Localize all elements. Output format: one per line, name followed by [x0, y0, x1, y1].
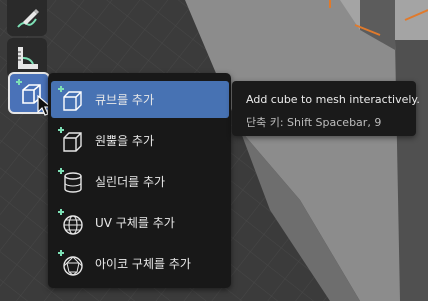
- cylinder-icon: [58, 167, 82, 193]
- annotate-pen-icon: [17, 9, 39, 28]
- cone-icon: [58, 126, 82, 152]
- menu-item-label: 큐브를 추가: [95, 93, 155, 107]
- cube-icon: [58, 85, 82, 111]
- menu-item-label: 원뿔을 추가: [95, 134, 155, 148]
- tooltip: Add cube to mesh interactively. 단축 키: Sh…: [232, 81, 420, 136]
- annotate-tool-button[interactable]: [7, 0, 47, 36]
- menu-item-label: UV 구체를 추가: [95, 216, 175, 230]
- menu-item-add-cone[interactable]: 원뿔을 추가: [51, 122, 229, 159]
- measure-ruler-icon: [18, 47, 38, 69]
- menu-item-label: 아이코 구체를 추가: [95, 257, 191, 271]
- menu-item-add-cylinder[interactable]: 실린더를 추가: [51, 163, 229, 200]
- uv-sphere-icon: [58, 208, 83, 235]
- add-primitive-menu: 큐브를 추가 원뿔을 추가 실린더를 추가 UV 구체를 추가 아이코 구체를 …: [48, 73, 231, 288]
- tooltip-shortcut: 단축 키: Shift Spacebar, 9: [246, 116, 382, 129]
- menu-item-add-uv-sphere[interactable]: UV 구체를 추가: [51, 204, 229, 241]
- menu-item-label: 실린더를 추가: [95, 175, 166, 189]
- menu-item-add-cube[interactable]: 큐브를 추가: [51, 81, 229, 118]
- ico-sphere-icon: [58, 249, 83, 276]
- menu-item-add-ico-sphere[interactable]: 아이코 구체를 추가: [51, 245, 229, 282]
- tooltip-description: Add cube to mesh interactively.: [246, 93, 420, 106]
